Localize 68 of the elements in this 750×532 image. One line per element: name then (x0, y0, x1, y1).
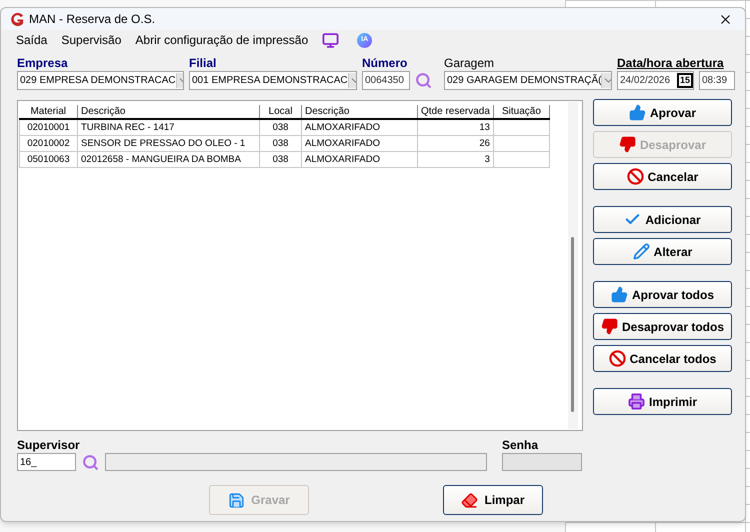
eraser-icon (461, 492, 478, 508)
menu-item[interactable]: Saída (16, 31, 48, 49)
table-cell (493, 151, 550, 167)
action-button[interactable]: Aprovar (593, 99, 732, 126)
no-entry-icon (626, 168, 644, 185)
password-field[interactable] (502, 453, 582, 471)
table-cell: 05010063 (20, 151, 78, 167)
table-cell: 038 (260, 135, 302, 151)
table-cell: TURBINA REC - 1417 (78, 119, 260, 135)
action-button[interactable]: Alterar (593, 238, 732, 265)
table-cell: 3 (418, 151, 494, 167)
field-label: Empresa (17, 56, 69, 70)
table-cell: 02010002 (20, 135, 78, 151)
table-cell: 13 (418, 119, 494, 135)
thumbs-down-icon (618, 136, 636, 153)
combo-box[interactable]: 029 EMPRESA DEMONSTRACAC (17, 71, 184, 90)
column-header[interactable]: Situação (493, 105, 550, 119)
monitor-icon[interactable] (322, 32, 340, 48)
table-cell: 26 (418, 135, 494, 151)
field-label: Data/hora abertura (617, 56, 725, 70)
action-button[interactable]: Aprovar todos (593, 281, 732, 308)
table-cell (493, 119, 550, 135)
thumbs-up-icon (628, 104, 646, 121)
action-button[interactable]: Cancelar todos (593, 345, 732, 372)
combo-box[interactable]: 029 GARAGEM DEMONSTRAÇÃ( (444, 71, 612, 90)
column-header[interactable]: Descrição (78, 105, 260, 119)
search-icon[interactable] (82, 454, 99, 470)
time-field[interactable]: 08:39 (699, 71, 735, 90)
field-label: Garagem (444, 56, 496, 70)
menu-item[interactable]: Supervisão (61, 31, 122, 49)
action-button[interactable]: Desaprovar todos (593, 313, 732, 340)
number-field[interactable]: 0064350 (362, 71, 410, 90)
action-button[interactable]: Adicionar (593, 206, 732, 233)
field-label: Filial (189, 56, 218, 70)
window-title: MAN - Reserva de O.S. (29, 11, 156, 28)
date-field[interactable]: 24/02/2026 15 (617, 71, 694, 90)
no-entry-icon (608, 350, 626, 367)
thumbs-down-icon (600, 318, 618, 335)
scrollbar[interactable] (568, 102, 578, 429)
field-label: Supervisor (17, 438, 81, 452)
table-cell: 02012658 - MANGUEIRA DA BOMBA (78, 151, 260, 167)
app-logo-icon (10, 12, 25, 26)
combo-box[interactable]: 001 EMPRESA DEMONSTRACAC (189, 71, 357, 90)
table-cell: ALMOXARIFADO (302, 151, 418, 167)
field-label: Senha (502, 438, 540, 452)
table-cell (493, 135, 550, 151)
table-cell: 038 (260, 151, 302, 167)
pencil-icon (632, 243, 650, 260)
table-cell: ALMOXARIFADO (302, 135, 418, 151)
action-button[interactable]: Cancelar (593, 163, 732, 190)
column-header[interactable]: Material (20, 105, 78, 119)
table-cell: ALMOXARIFADO (302, 119, 418, 135)
search-icon[interactable] (415, 72, 432, 89)
field-label: Número (362, 56, 408, 70)
thumbs-up-icon (610, 286, 628, 303)
action-button[interactable]: Imprimir (593, 388, 732, 415)
table-cell: SENSOR DE PRESSAO DO OLEO - 1 (78, 135, 260, 151)
column-header[interactable]: Descrição (302, 105, 418, 119)
table-cell: 02010001 (20, 119, 78, 135)
calendar-button[interactable]: 15 (676, 73, 693, 88)
column-header[interactable]: Local (260, 105, 302, 119)
supervisor-code-field[interactable]: 16_ (17, 453, 76, 471)
column-header[interactable]: Qtde reservada (418, 105, 494, 119)
save-icon (228, 492, 246, 508)
menu-item[interactable]: Abrir configuração de impressão (135, 31, 308, 49)
printer-icon (628, 393, 645, 410)
table-cell: 038 (260, 119, 302, 135)
footer-button[interactable]: Limpar (443, 485, 543, 515)
